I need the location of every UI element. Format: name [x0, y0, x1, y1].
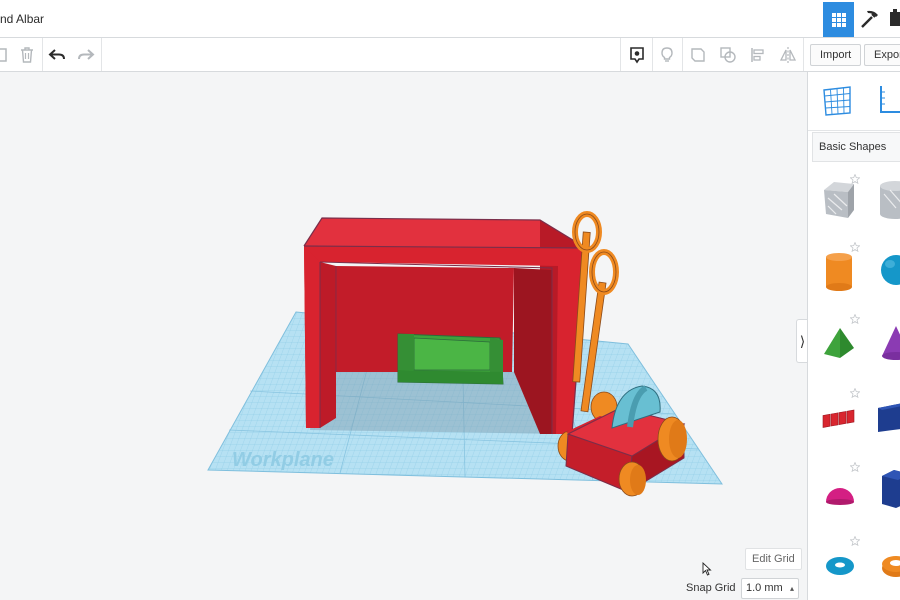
- snap-grid-value: 1.0 mm: [746, 582, 783, 594]
- favorite-star-icon[interactable]: [850, 462, 860, 472]
- group-icon: [691, 48, 705, 62]
- paste-button[interactable]: [0, 44, 12, 66]
- shape-cone[interactable]: [876, 322, 900, 366]
- undo-icon: [48, 49, 65, 60]
- export-button[interactable]: Expor: [864, 44, 900, 66]
- favorite-star-icon[interactable]: [850, 536, 860, 546]
- align-button[interactable]: [747, 44, 769, 66]
- design-title[interactable]: nd Albar: [0, 12, 44, 26]
- favorite-star-icon[interactable]: [850, 174, 860, 184]
- panel-divider: [808, 130, 900, 131]
- mirror-icon: [779, 47, 797, 63]
- delete-button[interactable]: [16, 44, 38, 66]
- favorite-star-icon[interactable]: [850, 242, 860, 252]
- toolbar-divider: [101, 38, 102, 71]
- shape-half-sphere[interactable]: [820, 470, 860, 514]
- mirror-button[interactable]: [777, 44, 799, 66]
- ungroup-icon: [720, 47, 736, 63]
- lightbulb-icon: [661, 47, 673, 62]
- 3d-canvas[interactable]: Workplane: [0, 72, 807, 600]
- caret-up-down-icon: ▴: [789, 584, 794, 593]
- title-bar: nd Albar: [0, 0, 900, 38]
- toolbar-divider: [682, 38, 683, 71]
- grid-view-icon: [831, 12, 846, 27]
- shape-roof[interactable]: [820, 322, 860, 366]
- edit-toolbar: Import Expor: [0, 38, 900, 72]
- favorite-star-icon[interactable]: [850, 314, 860, 324]
- shape-sphere[interactable]: [876, 248, 900, 292]
- toolbar-divider: [42, 38, 43, 71]
- toolbar-divider: [803, 38, 804, 71]
- redo-icon: [78, 49, 95, 60]
- 3d-design-view-button[interactable]: [823, 2, 854, 37]
- brick-icon: [890, 9, 900, 26]
- blocks-view-button[interactable]: [856, 4, 884, 34]
- shape-cylinder-hole[interactable]: [876, 176, 900, 220]
- toolbar-divider: [652, 38, 653, 71]
- shape-text[interactable]: [820, 394, 860, 438]
- group-button[interactable]: [687, 44, 709, 66]
- shape-wedge[interactable]: [876, 394, 900, 438]
- shape-cylinder[interactable]: [820, 248, 860, 292]
- favorite-star-icon[interactable]: [850, 388, 860, 398]
- sofa-shape[interactable]: [397, 333, 504, 385]
- undo-button[interactable]: [46, 44, 68, 66]
- ruler-icon[interactable]: [876, 82, 900, 118]
- scene-svg[interactable]: Workplane: [0, 72, 807, 600]
- notes-button[interactable]: [626, 44, 648, 66]
- workplane-icon[interactable]: [820, 82, 856, 118]
- trash-icon: [21, 47, 33, 63]
- import-button[interactable]: Import: [810, 44, 862, 66]
- redo-button[interactable]: [75, 44, 97, 66]
- workplane-label: Workplane: [232, 449, 334, 471]
- edit-grid-button[interactable]: Edit Grid: [745, 548, 802, 570]
- shape-tube[interactable]: [876, 544, 900, 588]
- snap-grid-select[interactable]: 1.0 mm ▴: [741, 578, 799, 599]
- pickaxe-icon: [861, 10, 878, 28]
- show-all-button[interactable]: [656, 44, 678, 66]
- bricks-view-button[interactable]: [886, 4, 900, 34]
- align-icon: [751, 48, 764, 62]
- shape-torus[interactable]: [820, 544, 860, 588]
- ungroup-button[interactable]: [717, 44, 739, 66]
- note-eye-icon: [630, 47, 644, 64]
- duplicate-icon: [0, 48, 7, 62]
- toolbar-divider: [620, 38, 621, 71]
- snap-grid-label: Snap Grid: [686, 582, 736, 594]
- shapes-panel: Basic Shapes: [807, 72, 900, 600]
- mouse-cursor-icon: [702, 562, 712, 576]
- shape-polygon[interactable]: [876, 466, 900, 510]
- shape-category-select[interactable]: Basic Shapes: [812, 132, 900, 162]
